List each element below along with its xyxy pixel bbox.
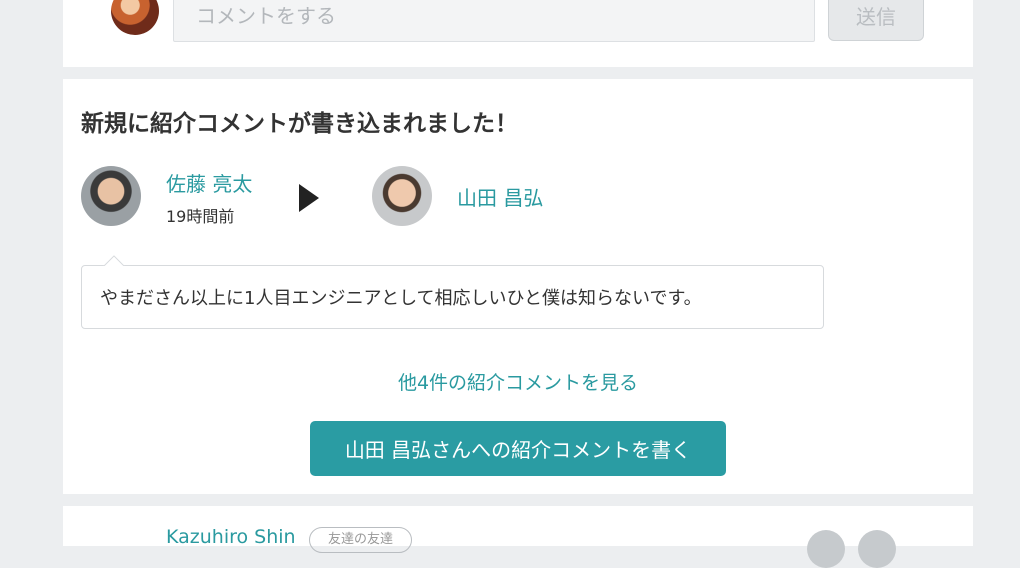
comment-text: やまださん以上に1人目エンジニアとして相応しいひと僕は知らないです。: [100, 288, 702, 309]
bubble-tail: [102, 253, 126, 266]
more-comments-link[interactable]: 他4件の紹介コメントを見る: [63, 368, 973, 395]
next-item-name-link[interactable]: Kazuhiro Shin: [166, 526, 296, 548]
comment-bar: 送信: [63, 0, 973, 67]
author-timestamp: 19時間前: [166, 207, 235, 226]
send-button[interactable]: 送信: [828, 0, 924, 41]
comment-input[interactable]: [173, 0, 815, 42]
target-avatar[interactable]: [372, 166, 432, 226]
recommendation-card: 新規に紹介コメントが書き込まれました！ 佐藤 亮太 19時間前 山田 昌弘 やま…: [63, 79, 973, 494]
recommendation-title: 新規に紹介コメントが書き込まれました！: [81, 111, 518, 137]
action-button[interactable]: [858, 530, 896, 568]
action-button[interactable]: [807, 530, 845, 568]
author-avatar[interactable]: [81, 166, 141, 226]
current-user-avatar: [111, 0, 159, 35]
target-name-link[interactable]: 山田 昌弘: [457, 182, 543, 211]
author-name-link[interactable]: 佐藤 亮太: [166, 168, 252, 197]
write-recommendation-button[interactable]: 山田 昌弘さんへの紹介コメントを書く: [310, 421, 726, 476]
arrow-right-icon: [299, 184, 319, 212]
comment-bubble: やまださん以上に1人目エンジニアとして相応しいひと僕は知らないです。: [81, 265, 824, 329]
relationship-badge: 友達の友達: [309, 527, 413, 553]
next-item-card: Kazuhiro Shin 友達の友達: [63, 506, 973, 568]
